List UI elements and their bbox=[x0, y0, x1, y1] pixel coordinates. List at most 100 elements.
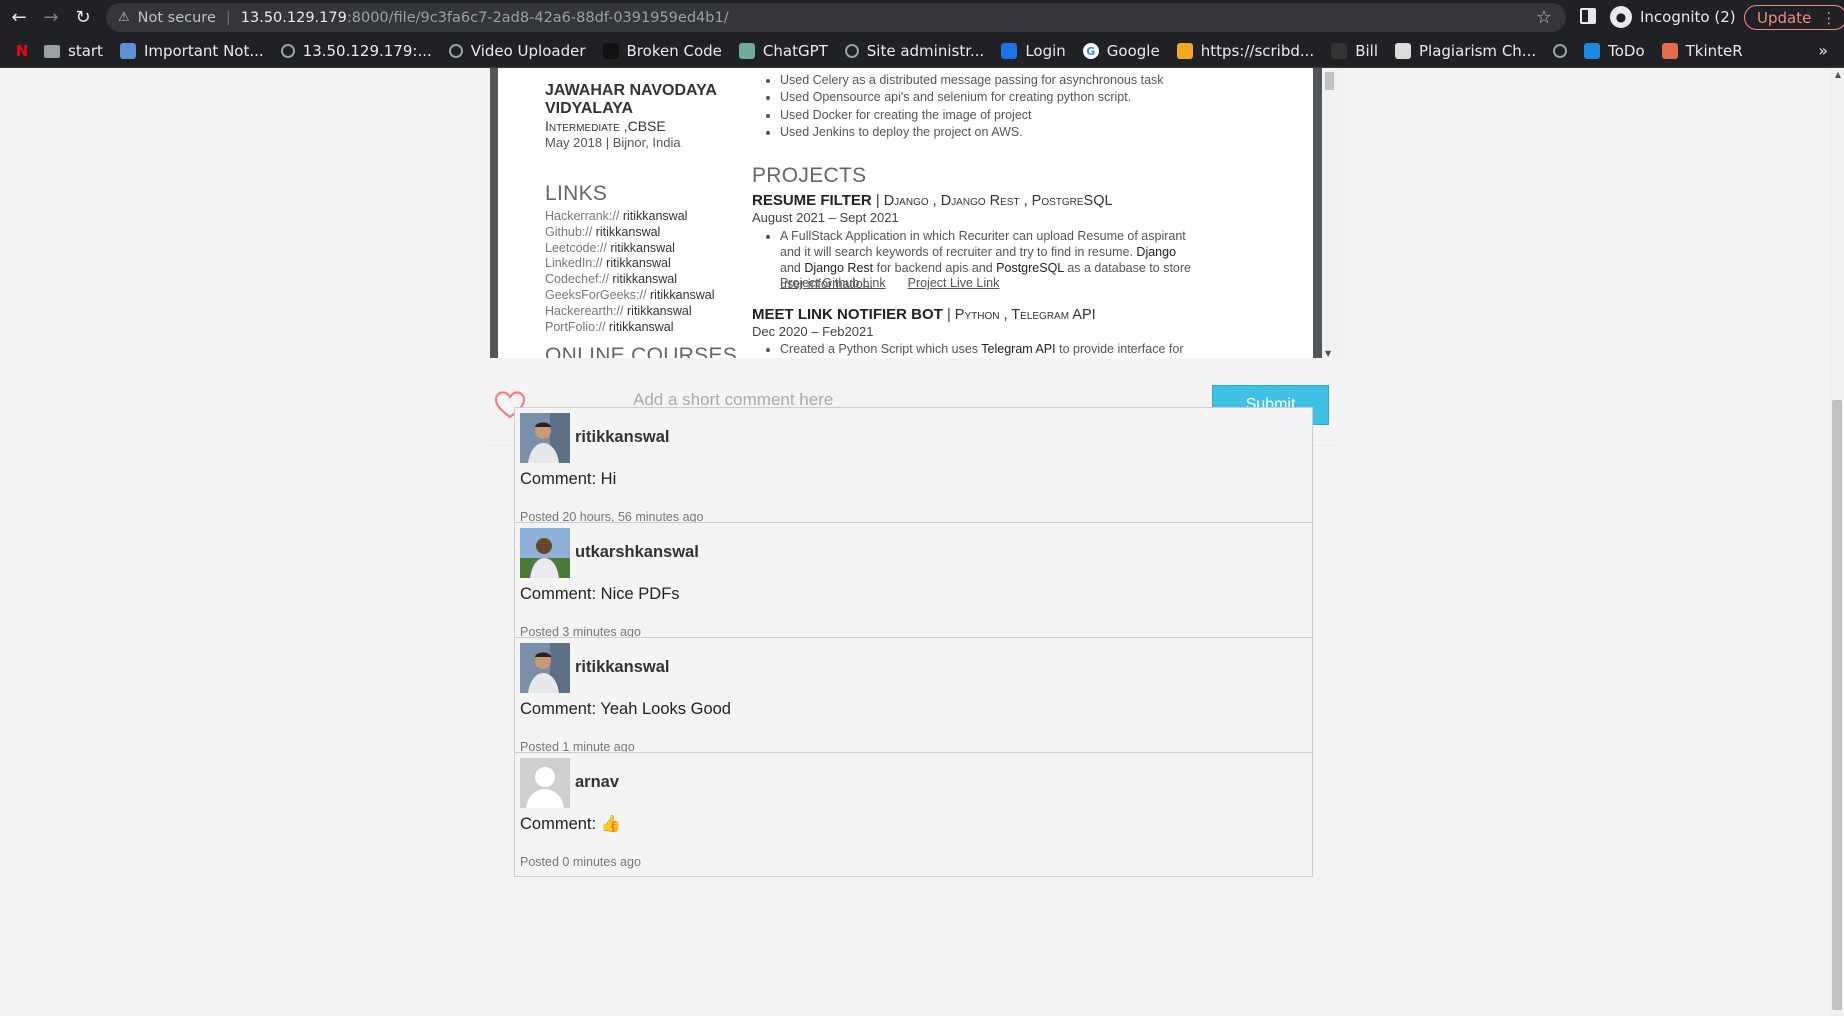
school-name: JAWAHAR NAVODAYA VIDYALAYA bbox=[545, 82, 717, 117]
resume-link-row: Hackerrank:// ritikkanswal bbox=[545, 209, 715, 225]
comment-username[interactable]: utkarshkanswal bbox=[575, 543, 699, 562]
bookmark-item[interactable]: Plagiarism Ch... bbox=[1395, 42, 1536, 60]
link-user[interactable]: ritikkanswal bbox=[623, 209, 688, 223]
pdf-scroll-thumb[interactable] bbox=[1325, 72, 1334, 90]
project-live-link[interactable]: Project Live Link bbox=[908, 276, 1000, 290]
link-site: GeeksForGeeks:// bbox=[545, 287, 647, 302]
project-title: RESUME FILTER | Django , Django Rest , P… bbox=[752, 192, 1113, 209]
projects-heading: PROJECTS bbox=[752, 164, 867, 187]
bookmark-item[interactable]: Bill bbox=[1331, 42, 1378, 60]
bookmark-star-icon[interactable]: ☆ bbox=[1536, 7, 1552, 28]
bookmark-item[interactable]: ChatGPT bbox=[738, 42, 828, 60]
bookmark-label: ToDo bbox=[1608, 42, 1645, 60]
avatar[interactable] bbox=[520, 413, 570, 463]
incognito-profile[interactable]: ● Incognito (2) bbox=[1610, 6, 1736, 28]
page-scroll-thumb[interactable] bbox=[1832, 400, 1842, 1010]
bookmark-item[interactable]: Login bbox=[1001, 42, 1066, 60]
pdf-viewer[interactable]: JAWAHAR NAVODAYA VIDYALAYA Intermediate … bbox=[490, 68, 1337, 358]
url-path: :8000/file/9c3fa6c7-2ad8-42a6-88df-03919… bbox=[346, 9, 729, 26]
back-arrow-icon[interactable]: ← bbox=[6, 5, 32, 31]
link-user[interactable]: ritikkanswal bbox=[596, 225, 661, 239]
desc-bold: Telegram API bbox=[981, 342, 1056, 356]
comment-text: Comment: Nice PDFs bbox=[520, 585, 680, 603]
comment-username[interactable]: ritikkanswal bbox=[575, 428, 669, 447]
comment-timestamp: Posted 0 minutes ago bbox=[520, 855, 641, 869]
pdf-scrollbar[interactable]: ▼ bbox=[1322, 68, 1337, 358]
link-user[interactable]: ritikkanswal bbox=[627, 304, 692, 318]
todo-icon bbox=[1584, 43, 1601, 59]
comment-username[interactable]: ritikkanswal bbox=[575, 658, 669, 677]
desc-bold: Django bbox=[1136, 245, 1177, 259]
link-site: Hackerrank:// bbox=[545, 209, 620, 223]
bookmark-item[interactable]: https://scribd... bbox=[1176, 42, 1315, 60]
comment-card: arnav Comment: 👍 Posted 0 minutes ago bbox=[514, 752, 1313, 877]
browser-toolbar: ← → ↻ ⚠ Not secure | 13.50.129.179:8000/… bbox=[0, 0, 1844, 35]
avatar[interactable] bbox=[520, 758, 570, 808]
desc-text: and bbox=[780, 261, 801, 275]
forward-arrow-icon[interactable]: → bbox=[38, 5, 64, 31]
comment-username[interactable]: arnav bbox=[575, 773, 619, 792]
bookmark-item[interactable]: Important Not... bbox=[119, 42, 264, 60]
links-list: Hackerrank:// ritikkanswal Github:// riti… bbox=[545, 209, 715, 335]
comment-text: Comment: Hi bbox=[520, 470, 617, 488]
bookmark-item[interactable]: G Google bbox=[1082, 42, 1160, 60]
resume-link-row: LinkedIn:// ritikkanswal bbox=[545, 256, 715, 272]
scribd-icon bbox=[1176, 43, 1193, 59]
scroll-up-arrow-icon[interactable]: ▲ bbox=[1835, 70, 1841, 79]
bookmark-label: Important Not... bbox=[143, 42, 264, 60]
bookmark-label: start bbox=[68, 42, 103, 60]
tkinter-icon bbox=[1661, 43, 1678, 59]
bookmark-item[interactable]: ToDo bbox=[1584, 42, 1645, 60]
plagiarism-icon bbox=[1395, 43, 1411, 59]
link-site: Leetcode:// bbox=[545, 240, 607, 255]
code-icon bbox=[602, 43, 619, 59]
link-user[interactable]: ritikkanswal bbox=[650, 288, 715, 302]
comment-card: utkarshkanswal Comment: Nice PDFs Posted 3… bbox=[514, 522, 1313, 647]
experience-bullet: Used Docker for creating the image of pr… bbox=[780, 107, 1164, 124]
bookmark-item[interactable]: start bbox=[44, 42, 103, 60]
link-user[interactable]: ritikkanswal bbox=[609, 320, 674, 334]
bookmark-item[interactable]: Broken Code bbox=[602, 42, 722, 60]
avatar[interactable] bbox=[520, 643, 570, 693]
experience-bullet: Used Jenkins to deploy the project on AW… bbox=[780, 124, 1164, 141]
resume-link-row: Github:// ritikkanswal bbox=[545, 225, 715, 241]
scroll-down-arrow-icon[interactable]: ▼ bbox=[1325, 349, 1331, 358]
resume-link-row: Codechef:// ritikkanswal bbox=[545, 272, 715, 288]
address-separator: | bbox=[225, 9, 231, 26]
bookmark-item[interactable]: 13.50.129.179:... bbox=[280, 42, 432, 60]
avatar[interactable] bbox=[520, 528, 570, 578]
bookmark-label: Bill bbox=[1355, 42, 1378, 60]
pdf-page: JAWAHAR NAVODAYA VIDYALAYA Intermediate … bbox=[498, 68, 1313, 358]
url-host: 13.50.129.179 bbox=[240, 9, 347, 26]
page-content: JAWAHAR NAVODAYA VIDYALAYA Intermediate … bbox=[0, 68, 1844, 1016]
desc-text: A FullStack Application in which Recurit… bbox=[780, 229, 1186, 259]
project-description: Created a Python Script which uses Teleg… bbox=[752, 341, 1192, 358]
globe-icon bbox=[280, 44, 295, 58]
reload-icon[interactable]: ↻ bbox=[70, 5, 96, 31]
security-label: Not secure bbox=[137, 9, 216, 26]
bookmark-netflix[interactable]: N bbox=[14, 42, 30, 60]
page-scrollbar[interactable]: ▲ bbox=[1830, 68, 1844, 1016]
kebab-menu-icon: ⋮ bbox=[1821, 8, 1837, 27]
update-button[interactable]: Update ⋮ bbox=[1744, 5, 1844, 30]
side-panel-icon[interactable] bbox=[1580, 8, 1596, 24]
resume-link-row: Leetcode:// ritikkanswal bbox=[545, 241, 715, 257]
link-user[interactable]: ritikkanswal bbox=[606, 256, 671, 270]
desc-text: for backend apis and bbox=[876, 261, 993, 275]
link-user[interactable]: ritikkanswal bbox=[612, 272, 677, 286]
bookmark-item[interactable]: TkinteR bbox=[1661, 42, 1743, 60]
project-github-link[interactable]: Project Github Link bbox=[780, 276, 886, 290]
link-user[interactable]: ritikkanswal bbox=[610, 241, 675, 255]
bookmark-label: Broken Code bbox=[626, 42, 722, 60]
school-qualification: Intermediate ,CBSE bbox=[545, 118, 666, 134]
bookmark-item[interactable]: Site administr... bbox=[844, 42, 984, 60]
bookmark-label: Google bbox=[1106, 42, 1160, 60]
address-bar[interactable]: ⚠ Not secure | 13.50.129.179:8000/file/9… bbox=[106, 3, 1566, 32]
link-site: PortFolio:// bbox=[545, 319, 606, 334]
school-date: May 2018 | Bijnor, India bbox=[545, 135, 681, 150]
bookmark-label: https://scribd... bbox=[1200, 42, 1315, 60]
bookmark-item[interactable] bbox=[1553, 44, 1568, 58]
more-bookmarks-icon[interactable]: » bbox=[1818, 41, 1828, 60]
bookmark-item[interactable]: Video Uploader bbox=[448, 42, 586, 60]
project-name: RESUME FILTER bbox=[752, 192, 872, 209]
